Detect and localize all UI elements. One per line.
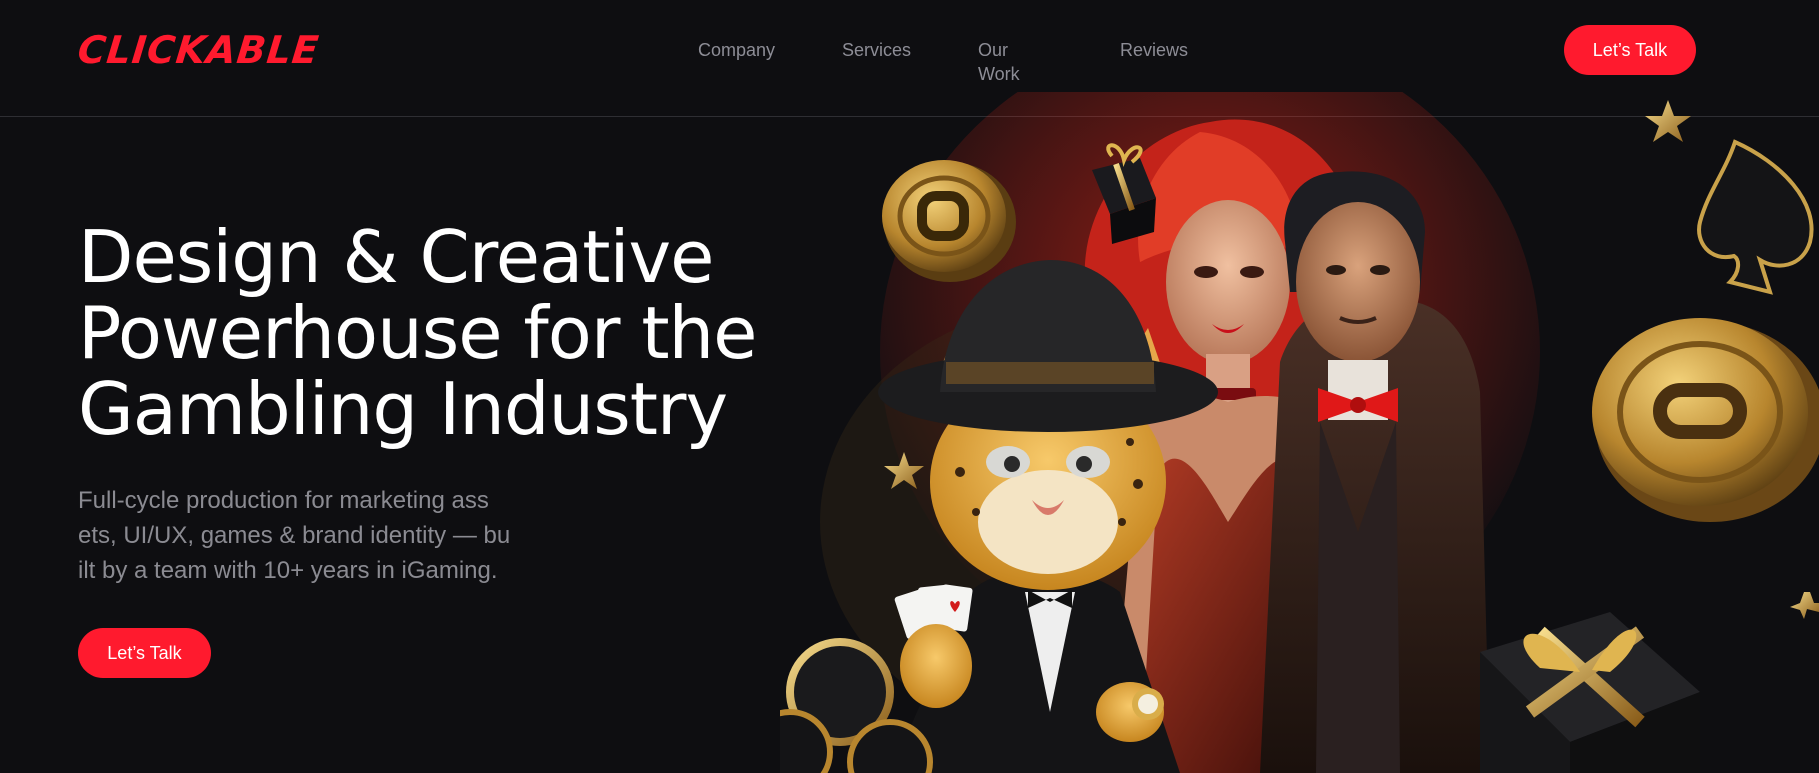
spade-icon <box>1697 139 1814 295</box>
hero-subtitle: Full-cycle production for marketing ass … <box>78 483 528 588</box>
hero-lets-talk-button[interactable]: Let’s Talk <box>78 628 211 678</box>
hero-title-line: Powerhouse for the <box>78 291 757 375</box>
hero-subtitle-line: Full-cycle production for marketing ass <box>78 487 489 514</box>
hero-title-line: Gambling Industry <box>78 367 728 451</box>
hero-illustration <box>780 92 1819 773</box>
brand-logo[interactable]: CLICKABLE <box>75 26 322 74</box>
landing-page: CLICKABLE Company Services Our Work Revi… <box>0 0 1819 773</box>
hero-subtitle-line: ets, UI/UX, games & brand identity — bu <box>78 522 511 549</box>
coin-icon <box>1592 318 1819 522</box>
hero-title: Design & Creative Powerhouse for the Gam… <box>78 219 818 447</box>
gift-box-icon <box>1480 612 1700 773</box>
nav-link-company[interactable]: Company <box>698 38 775 62</box>
hero-subtitle-line: ilt by a team with 10+ years in iGaming. <box>78 557 498 584</box>
nav-link-services[interactable]: Services <box>842 38 911 62</box>
star-icon <box>1645 100 1691 142</box>
nav-link-our-work[interactable]: Our Work <box>978 38 1020 86</box>
nav-link-reviews[interactable]: Reviews <box>1120 38 1188 62</box>
hero-title-line: Design & Creative <box>78 215 714 299</box>
header-lets-talk-button[interactable]: Let’s Talk <box>1564 25 1696 75</box>
star-icon <box>1790 592 1819 619</box>
